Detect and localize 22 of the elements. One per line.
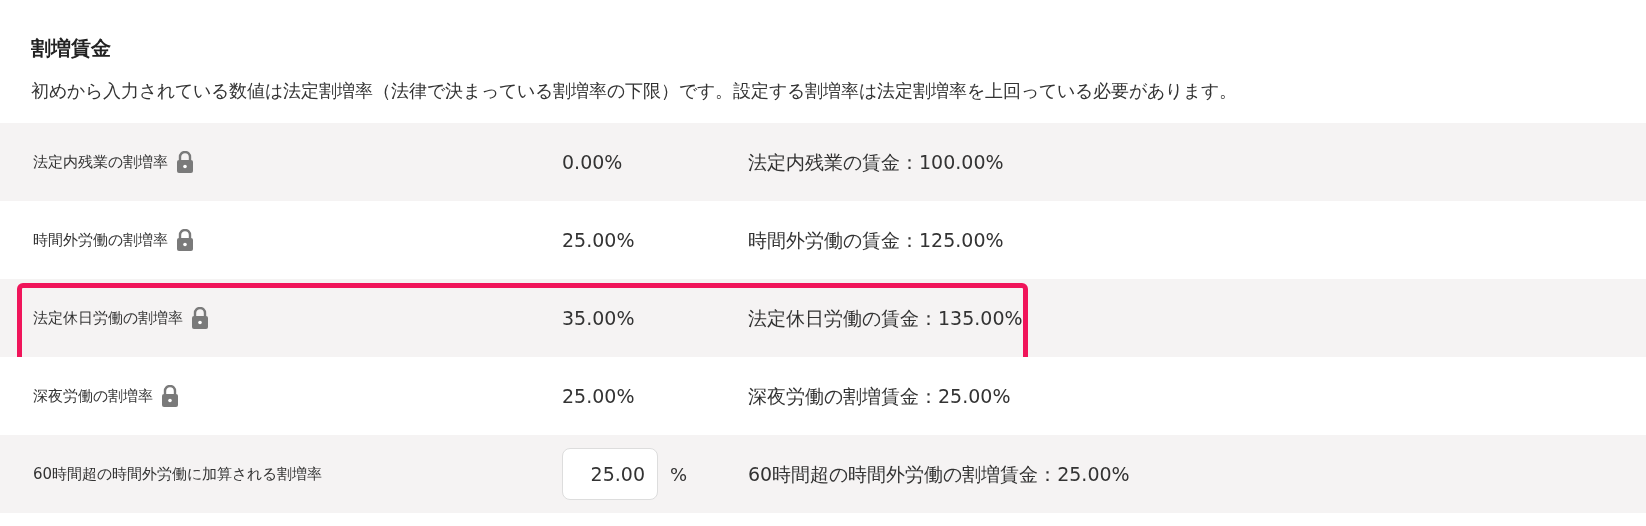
rate-label: 法定休日労働の割増率 bbox=[33, 307, 183, 329]
rate-value: 35.00% bbox=[562, 305, 635, 331]
lock-icon bbox=[176, 229, 194, 251]
rate-value: 25.00% bbox=[562, 383, 635, 409]
wage-text: 深夜労働の割増賃金：25.00% bbox=[748, 383, 1011, 409]
rate-value: 0.00% bbox=[562, 149, 623, 175]
rate-input[interactable]: 25.00 bbox=[562, 448, 658, 500]
wage-text: 法定内残業の賃金：100.00% bbox=[748, 149, 1004, 175]
lock-icon bbox=[161, 385, 179, 407]
rate-label: 法定内残業の割増率 bbox=[33, 151, 168, 173]
unit-label: % bbox=[670, 462, 688, 487]
rate-value: 25.00% bbox=[562, 227, 635, 253]
section-description: 初めから入力されている数値は法定割増率（法律で決まっている割増率の下限）です。設定する割増率は法定割増率を上回っている必要があります。 bbox=[31, 79, 1238, 103]
rate-label: 60時間超の時間外労働に加算される割増率 bbox=[33, 463, 323, 485]
rate-label: 時間外労働の割増率 bbox=[33, 229, 168, 251]
lock-icon bbox=[176, 151, 194, 173]
wage-text: 60時間超の時間外労働の割増賃金：25.00% bbox=[748, 461, 1130, 487]
wage-text: 法定休日労働の賃金：135.00% bbox=[748, 305, 1023, 331]
rate-label: 深夜労働の割増率 bbox=[33, 385, 153, 407]
section-title: 割増賃金 bbox=[31, 35, 112, 62]
lock-icon bbox=[191, 307, 209, 329]
wage-text: 時間外労働の賃金：125.00% bbox=[748, 227, 1004, 253]
